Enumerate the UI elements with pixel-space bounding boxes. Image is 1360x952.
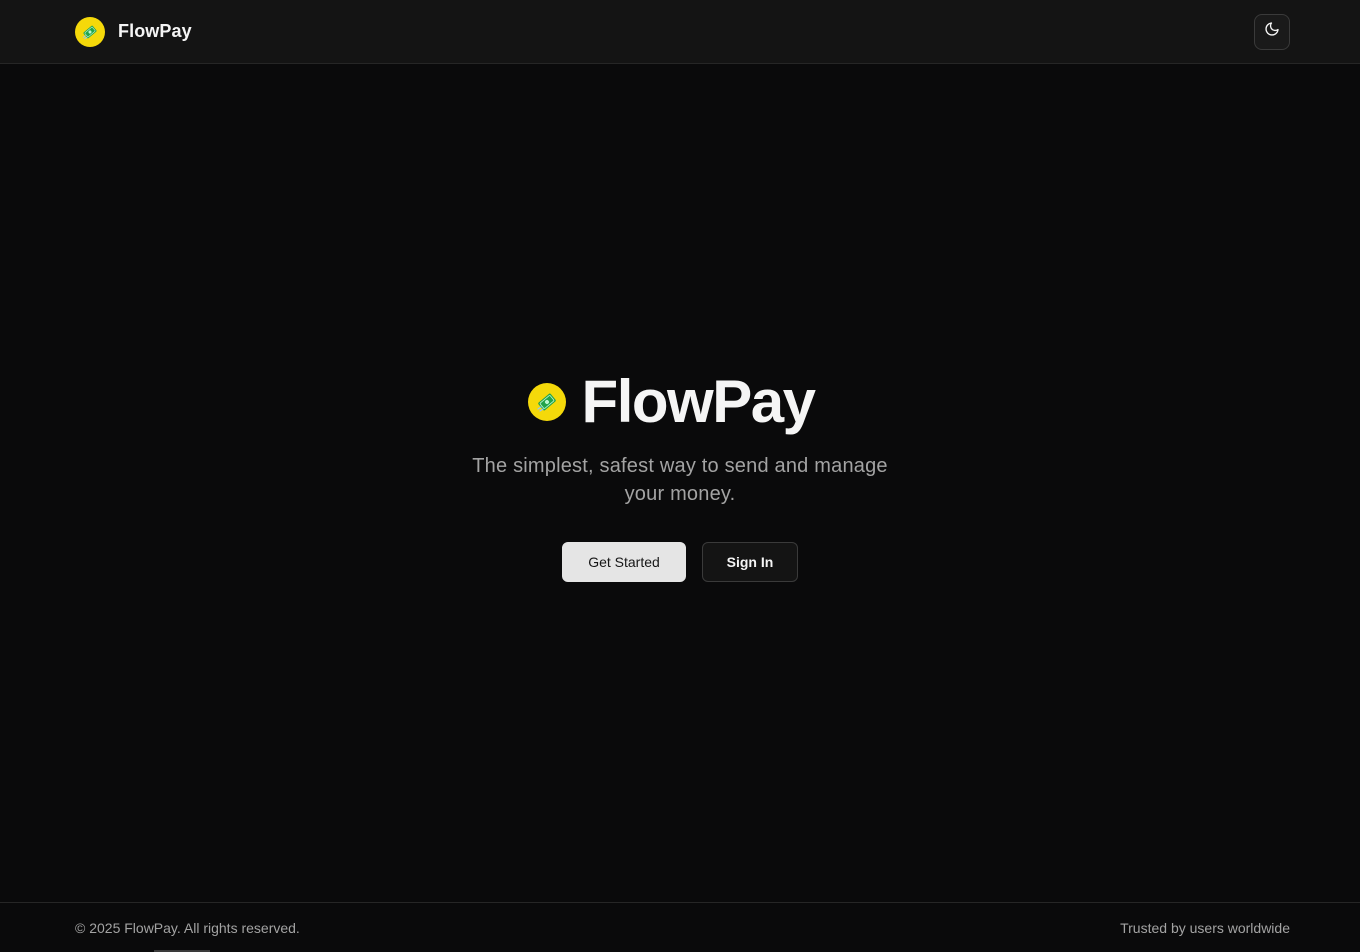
money-with-wings-icon xyxy=(527,383,566,421)
footer: © 2025 FlowPay. All rights reserved. Tru… xyxy=(0,902,1360,952)
brand-home-link[interactable]: FlowPay xyxy=(75,16,192,47)
copyright-text: © 2025 FlowPay. All rights reserved. xyxy=(75,919,300,936)
page: FlowPay FlowPay The simplest, safest way… xyxy=(0,0,1360,952)
cta-row: Get Started Sign In xyxy=(562,542,798,582)
get-started-button[interactable]: Get Started xyxy=(562,542,686,582)
hero-section: FlowPay The simplest, safest way to send… xyxy=(0,64,1360,902)
hero-title: FlowPay xyxy=(581,368,816,435)
brand-name: FlowPay xyxy=(118,21,192,41)
hero-title-row: FlowPay xyxy=(527,368,816,435)
money-with-wings-icon xyxy=(75,16,105,47)
moon-icon xyxy=(1264,21,1280,42)
theme-toggle-button[interactable] xyxy=(1254,13,1290,50)
hero-subtitle: The simplest, safest way to send and man… xyxy=(472,455,888,505)
top-nav: FlowPay xyxy=(0,0,1360,64)
footer-tagline: Trusted by users worldwide xyxy=(1120,919,1290,936)
sign-in-button[interactable]: Sign In xyxy=(702,542,798,582)
